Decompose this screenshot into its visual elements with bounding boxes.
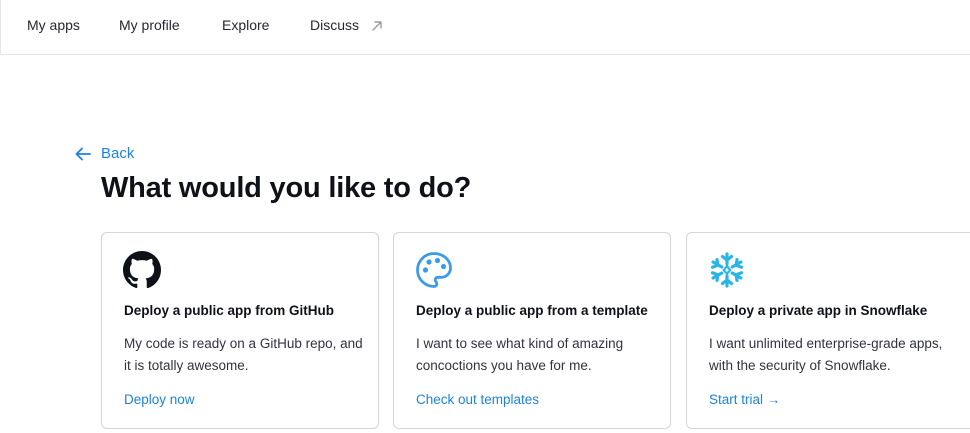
- snowflake-icon: [708, 251, 746, 289]
- back-link[interactable]: Back: [75, 145, 134, 162]
- card-title: Deploy a public app from a template: [416, 303, 648, 318]
- nav-my-apps[interactable]: My apps: [27, 17, 80, 33]
- card-description: My code is ready on a GitHub repo, and i…: [124, 336, 363, 373]
- nav-explore[interactable]: Explore: [222, 17, 269, 33]
- external-link-icon: [371, 19, 383, 35]
- top-navigation: My apps My profile Explore Discuss: [0, 0, 970, 55]
- card-deploy-template[interactable]: Deploy a public app from a template I wa…: [393, 232, 671, 429]
- palette-icon: [415, 251, 453, 289]
- nav-my-profile[interactable]: My profile: [119, 17, 180, 33]
- card-description: I want to see what kind of amazing conco…: [416, 336, 624, 373]
- page-title: What would you like to do?: [101, 172, 472, 204]
- card-title: Deploy a public app from GitHub: [124, 303, 335, 318]
- card-deploy-snowflake[interactable]: Deploy a private app in Snowflake I want…: [686, 232, 970, 429]
- github-icon: [123, 251, 161, 289]
- start-trial-link[interactable]: Start trial →: [709, 392, 780, 407]
- card-description: I want unlimited enterprise-grade apps, …: [709, 336, 943, 373]
- back-label: Back: [101, 145, 135, 162]
- card-title: Deploy a private app in Snowflake: [709, 303, 928, 318]
- arrow-left-icon: [75, 147, 91, 160]
- check-out-templates-link[interactable]: Check out templates: [416, 392, 539, 407]
- card-deploy-github[interactable]: Deploy a public app from GitHub My code …: [101, 232, 379, 429]
- deploy-now-link[interactable]: Deploy now: [124, 392, 195, 407]
- nav-discuss-label: Discuss: [310, 17, 360, 33]
- nav-discuss[interactable]: Discuss: [310, 17, 383, 35]
